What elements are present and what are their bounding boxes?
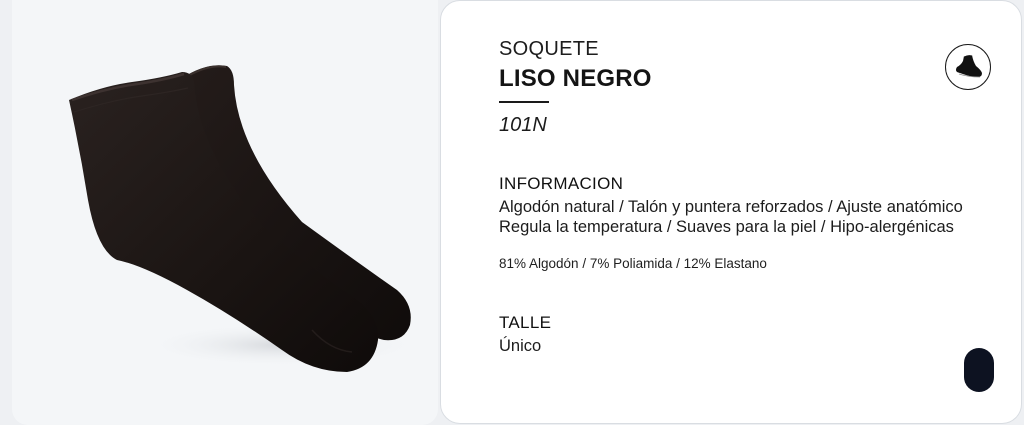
sock-type-badge — [945, 44, 991, 90]
info-heading: INFORMACION — [499, 174, 624, 193]
size-heading: TALLE — [499, 313, 552, 332]
product-category: SOQUETE — [499, 38, 599, 60]
title-divider — [499, 101, 549, 103]
floating-action-button[interactable] — [964, 348, 994, 392]
info-features-line-1: Algodón natural / Talón y puntera reforz… — [499, 198, 963, 216]
product-info-card: SOQUETE LISO NEGRO 101N INFORMACION Algo… — [440, 0, 1022, 424]
sock-icon — [956, 54, 982, 78]
product-image — [69, 65, 422, 372]
product-title: LISO NEGRO — [499, 65, 652, 92]
product-image-panel — [12, 0, 438, 425]
info-features-line-2: Regula la temperatura / Suaves para la p… — [499, 218, 954, 236]
size-value: Único — [499, 337, 542, 355]
material-composition: 81% Algodón / 7% Poliamida / 12% Elastan… — [499, 256, 767, 271]
product-code: 101N — [499, 114, 547, 136]
